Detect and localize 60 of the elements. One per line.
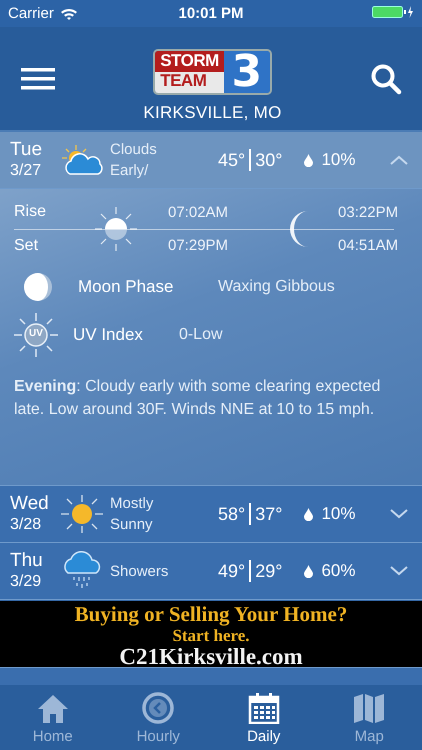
condition-text: Early/ xyxy=(110,161,150,181)
tab[interactable]: Hourly xyxy=(106,685,211,750)
day-date: 3/29 xyxy=(10,572,42,592)
menu-icon[interactable] xyxy=(21,66,55,90)
map-icon xyxy=(353,692,386,724)
battery-icon xyxy=(372,4,414,18)
forecast-summary: Evening: Cloudy early with some clearing expected late. Low around 30F. Winds NNE at 10 to 15 mph. xyxy=(14,377,382,420)
rise-label: Rise xyxy=(14,203,48,221)
set-label: Set xyxy=(14,237,40,255)
day-date: 3/27 xyxy=(10,161,42,181)
tab[interactable]: Home xyxy=(0,685,106,750)
precip-chance: 10% xyxy=(321,150,356,170)
clock-icon xyxy=(142,692,174,724)
day-name: Thu xyxy=(10,550,44,571)
day-name: Wed xyxy=(10,493,50,514)
low-temp: 30° xyxy=(255,150,282,170)
location-label: KIRKSVILLE, MO xyxy=(143,102,282,122)
sunset-time: 07:29PM xyxy=(168,237,228,254)
precip-chance: 60% xyxy=(321,561,356,581)
chevron-down-icon[interactable] xyxy=(390,509,408,519)
carrier-name: Carrier xyxy=(8,5,54,22)
home-icon xyxy=(36,694,69,724)
partly-cloudy-icon xyxy=(60,143,104,177)
chevron-down-icon[interactable] xyxy=(390,566,408,576)
high-temp: 49° xyxy=(218,560,246,582)
day-date: 3/28 xyxy=(10,515,42,535)
uv-index-label: UV Index xyxy=(73,325,143,345)
tab[interactable]: Daily xyxy=(211,685,316,750)
raindrop-icon xyxy=(304,564,314,578)
precip-chance: 10% xyxy=(321,504,356,524)
low-temp: 29° xyxy=(255,560,282,582)
day-row[interactable]: Thu 3/29 Showers 49° 29° 60% xyxy=(0,543,422,600)
condition-text: Sunny xyxy=(110,515,154,535)
low-temp: 37° xyxy=(255,504,282,524)
high-temp: 45° xyxy=(218,150,246,170)
condition-text: Mostly xyxy=(110,494,154,514)
raindrop-icon xyxy=(304,508,314,520)
moon-phase-icon xyxy=(22,271,54,303)
uv-index-value: 0-Low xyxy=(178,326,223,344)
chevron-up-icon[interactable] xyxy=(390,155,408,165)
moonset-time: 04:51AM xyxy=(338,237,398,254)
ad-banner[interactable]: Buying or Selling Your Home? Start here. C21Kirksville.com xyxy=(0,601,422,667)
sun-horizon-icon xyxy=(92,205,140,253)
status-time: 10:01 PM xyxy=(178,5,244,22)
search-icon[interactable] xyxy=(370,62,402,94)
high-temp: 58° xyxy=(218,504,246,524)
condition-text: Clouds xyxy=(110,140,158,160)
moon-phase-value: Waxing Gibbous xyxy=(218,278,335,296)
wifi-icon xyxy=(60,7,78,20)
raindrop-icon xyxy=(304,154,314,166)
tab[interactable]: Map xyxy=(316,685,422,750)
sunrise-time: 07:02AM xyxy=(168,204,228,221)
condition-text: Showers xyxy=(110,562,170,582)
calendar-icon xyxy=(248,692,280,724)
sun-icon xyxy=(60,494,104,534)
day-name: Tue xyxy=(10,139,44,160)
day-row[interactable]: Wed 3/28 Mostly Sunny 58° 37° 10% xyxy=(0,486,422,543)
day-row[interactable]: Tue 3/27 Clouds Early/ 45° 30° 10% xyxy=(0,132,422,189)
moon-phase-label: Moon Phase xyxy=(78,277,174,297)
moonrise-time: 03:22PM xyxy=(338,204,398,221)
